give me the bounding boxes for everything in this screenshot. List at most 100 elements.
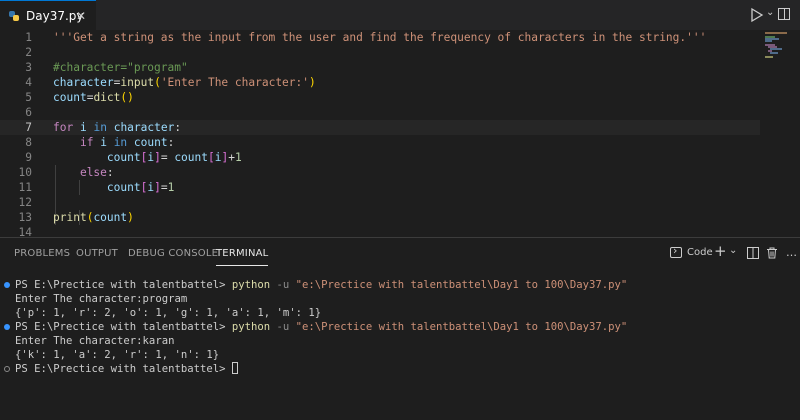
panel-tab-bar: PROBLEMS OUTPUT DEBUG CONSOLE TERMINAL C…: [0, 238, 800, 268]
code-token: i: [214, 151, 222, 164]
code-line[interactable]: 10 else:: [0, 165, 760, 180]
chevron-down-icon[interactable]: ⌄: [729, 245, 737, 256]
code-token: :: [167, 136, 175, 149]
code-token: count: [53, 91, 87, 104]
trash-icon[interactable]: [766, 247, 778, 259]
code-token: count: [106, 181, 141, 194]
terminal-icon: [670, 244, 682, 258]
line-number: 1: [25, 31, 32, 44]
terminal-line: PS E:\Prectice with talentbattel> python…: [15, 279, 628, 291]
code-token: if: [79, 136, 94, 149]
line-number: 9: [25, 151, 32, 164]
code-text: if i in count:: [53, 135, 174, 150]
split-terminal-icon[interactable]: [747, 247, 759, 259]
run-icon[interactable]: [750, 7, 764, 23]
code-token: ): [309, 76, 316, 89]
code-token: :: [106, 166, 114, 179]
code-line[interactable]: 1 '''Get a string as the input from the u…: [0, 30, 760, 45]
plus-icon[interactable]: +: [714, 242, 727, 260]
tab-terminal[interactable]: TERMINAL: [216, 248, 269, 266]
code-line[interactable]: 11 count[i]=1: [0, 180, 760, 195]
code-line[interactable]: 5 count=dict(): [0, 90, 760, 105]
terminal-profile-label[interactable]: Code: [687, 247, 713, 258]
command-pending-icon: [4, 366, 10, 372]
tab-output[interactable]: OUTPUT: [76, 248, 118, 259]
line-number: 12: [18, 196, 32, 209]
line-number: 11: [18, 181, 32, 194]
terminal-output[interactable]: PS E:\Prectice with talentbattel> python…: [0, 278, 800, 418]
editor-tab-bar: Day37.py ✕ ⌄: [0, 0, 800, 30]
line-number: 10: [18, 166, 32, 179]
code-text: #character="program": [53, 60, 188, 75]
editor-tab-day37[interactable]: Day37.py ✕: [0, 0, 96, 30]
line-number: 7: [25, 121, 32, 134]
tab-debug-console[interactable]: DEBUG CONSOLE: [128, 248, 218, 259]
terminal-line: PS E:\Prectice with talentbattel> python…: [15, 321, 628, 333]
code-token: else: [79, 166, 107, 179]
code-line[interactable]: 9 count[i]= count[i]+1: [0, 150, 760, 165]
code-token: 'Enter The character:': [160, 76, 309, 89]
minimap[interactable]: [765, 32, 789, 72]
code-token: (): [120, 91, 134, 104]
code-text: for i in character:: [53, 120, 181, 135]
code-token: count: [133, 136, 168, 149]
close-icon[interactable]: ✕: [76, 9, 86, 23]
code-line[interactable]: 3 #character="program": [0, 60, 760, 75]
code-token: #character="program": [53, 61, 188, 74]
tab-filename: Day37.py: [26, 8, 84, 23]
python-file-icon: [9, 10, 19, 21]
more-icon[interactable]: …: [786, 246, 797, 259]
code-token: in: [113, 136, 128, 149]
command-success-icon: [4, 282, 10, 288]
code-token: '''Get a string as the input from the us…: [53, 31, 707, 44]
command-success-icon: [4, 324, 10, 330]
code-token: =: [160, 181, 168, 194]
code-token: [: [208, 151, 215, 164]
code-line[interactable]: 12: [0, 195, 760, 210]
line-number: 5: [25, 91, 32, 104]
chevron-down-icon[interactable]: ⌄: [766, 7, 774, 18]
code-token: i: [79, 121, 87, 134]
code-editor[interactable]: 1 '''Get a string as the input from the u…: [0, 30, 800, 239]
terminal-line: {'p': 1, 'r': 2, 'o': 1, 'g': 1, 'a': 1,…: [15, 307, 322, 319]
code-token: count: [174, 151, 208, 164]
code-token: character: [53, 76, 114, 89]
code-line[interactable]: 6: [0, 105, 760, 120]
code-token: i: [100, 136, 107, 149]
code-token: dict: [93, 91, 121, 104]
line-number: 8: [25, 136, 32, 149]
code-token: input: [120, 76, 155, 89]
code-line[interactable]: 13 print(count): [0, 210, 760, 225]
code-token: count: [93, 211, 128, 224]
terminal-cursor[interactable]: [231, 362, 238, 374]
tab-problems[interactable]: PROBLEMS: [14, 248, 70, 259]
line-number: 4: [25, 76, 32, 89]
terminal-line: {'k': 1, 'a': 2, 'r': 1, 'n': 1}: [15, 349, 220, 361]
code-text: count[i]=1: [53, 180, 174, 195]
code-line[interactable]: 4 character=input('Enter The character:'): [0, 75, 760, 90]
code-token: +: [228, 151, 235, 164]
code-token: ): [127, 211, 134, 224]
code-line[interactable]: 2: [0, 45, 760, 60]
code-token: 1: [235, 151, 242, 164]
bottom-panel: PROBLEMS OUTPUT DEBUG CONSOLE TERMINAL C…: [0, 237, 800, 420]
split-editor-icon[interactable]: [778, 8, 790, 20]
code-token: character: [113, 121, 175, 134]
line-number: 3: [25, 61, 32, 74]
code-token: print: [53, 211, 87, 224]
code-token: =: [160, 151, 175, 164]
code-text: count[i]= count[i]+1: [53, 150, 242, 165]
code-line[interactable]: 8 if i in count:: [0, 135, 760, 150]
code-token: ]: [154, 151, 161, 164]
code-line[interactable]: 7 for i in character:: [0, 120, 760, 135]
line-number: 2: [25, 46, 32, 59]
terminal-line: Enter The character:program: [15, 293, 188, 305]
